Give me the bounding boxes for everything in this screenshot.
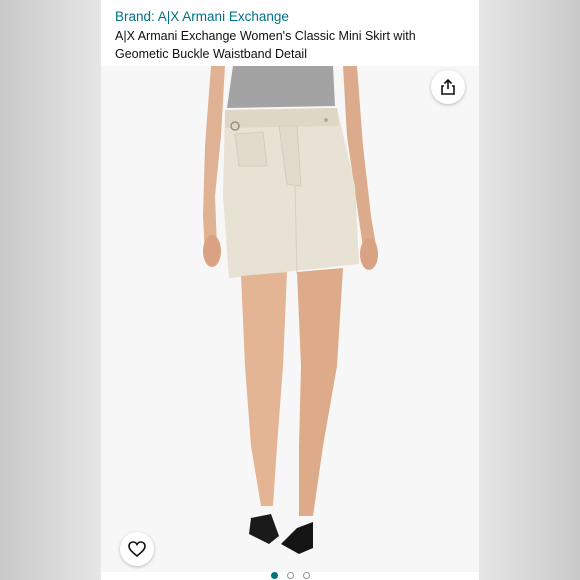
- gallery-dot-1[interactable]: [270, 572, 278, 579]
- product-photo: [101, 66, 479, 572]
- product-image-gallery[interactable]: [101, 66, 479, 572]
- product-header: Brand: A|X Armani Exchange A|X Armani Ex…: [115, 8, 465, 63]
- heart-icon: [128, 541, 146, 558]
- product-title: A|X Armani Exchange Women's Classic Mini…: [115, 29, 416, 61]
- gallery-dot-3[interactable]: [302, 572, 310, 579]
- left-blurred-backdrop: [0, 0, 101, 580]
- favorite-button[interactable]: [120, 532, 154, 566]
- gallery-pagination: [101, 572, 479, 580]
- share-button[interactable]: [431, 70, 465, 104]
- gallery-dot-2[interactable]: [286, 572, 294, 579]
- right-blurred-backdrop: [479, 0, 580, 580]
- product-card: Brand: A|X Armani Exchange A|X Armani Ex…: [101, 0, 479, 580]
- brand-link[interactable]: Brand: A|X Armani Exchange: [115, 8, 465, 25]
- share-icon: [441, 78, 455, 95]
